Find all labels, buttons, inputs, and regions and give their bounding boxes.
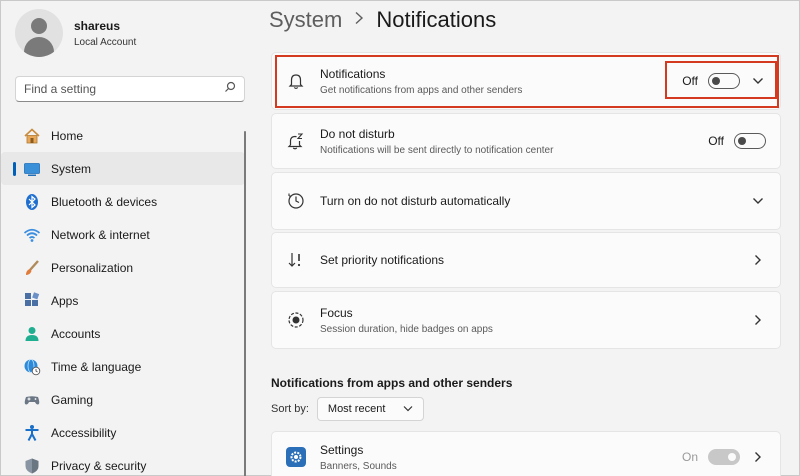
- card-title: Settings: [320, 442, 364, 457]
- chevron-down-icon[interactable]: [750, 193, 766, 209]
- sidebar-item-label: Privacy & security: [51, 458, 147, 473]
- avatar: [15, 9, 63, 57]
- sort-label: Sort by:: [271, 403, 309, 415]
- apps-icon: [23, 291, 41, 310]
- card-description: Session duration, hide badges on apps: [320, 323, 493, 335]
- sidebar-scrollbar[interactable]: [244, 131, 246, 476]
- dnd-automatic-card[interactable]: Turn on do not disturb automatically: [271, 172, 781, 230]
- card-description: Notifications will be sent directly to n…: [320, 144, 554, 156]
- gamepad-icon: [23, 391, 41, 409]
- sidebar-item-label: Personalization: [51, 260, 134, 275]
- chevron-right-icon[interactable]: [750, 312, 766, 328]
- sidebar-item-label: Accessibility: [51, 425, 117, 440]
- card-title: Do not disturb: [320, 126, 395, 141]
- breadcrumb-parent[interactable]: System: [269, 7, 342, 33]
- sidebar-item-system[interactable]: System: [1, 152, 245, 185]
- focus-card[interactable]: Focus Session duration, hide badges on a…: [271, 291, 781, 349]
- sidebar-item-time-language[interactable]: Time & language: [1, 350, 245, 383]
- sort-dropdown[interactable]: Most recent: [316, 397, 424, 421]
- bell-icon: [286, 71, 306, 91]
- person-icon: [23, 325, 41, 343]
- settings-app-icon: [286, 447, 306, 467]
- app-notification-row[interactable]: Settings Banners, Sounds On: [271, 431, 781, 476]
- search-box[interactable]: [15, 76, 245, 102]
- shield-icon: [23, 457, 41, 475]
- sort-by: Sort by: Most recent: [271, 397, 424, 421]
- user-account-type: Local Account: [74, 36, 137, 48]
- section-title: Notifications from apps and other sender…: [271, 376, 513, 390]
- breadcrumb: System Notifications: [269, 7, 496, 33]
- chevron-down-icon: [403, 403, 413, 415]
- sidebar-item-label: Bluetooth & devices: [51, 194, 158, 209]
- monitor-icon: [23, 160, 41, 178]
- sidebar-item-bluetooth[interactable]: Bluetooth & devices: [1, 185, 245, 218]
- clock-icon: [286, 191, 306, 211]
- sidebar-item-privacy[interactable]: Privacy & security: [1, 449, 245, 476]
- priority-sort-icon: [286, 250, 306, 270]
- chevron-right-icon[interactable]: [750, 449, 766, 465]
- toggle-state-label: Off: [682, 74, 698, 88]
- card-title: Set priority notifications: [320, 253, 445, 267]
- search-icon[interactable]: [224, 80, 236, 98]
- sort-value: Most recent: [327, 403, 386, 415]
- toggle-state-label: On: [681, 450, 698, 464]
- bell-snooze-icon: [286, 131, 306, 151]
- user-profile[interactable]: shareus Local Account: [15, 9, 136, 57]
- sidebar-item-label: System: [51, 161, 92, 176]
- notifications-card[interactable]: Notifications Get notifications from app…: [271, 52, 781, 110]
- sidebar-item-home[interactable]: Home: [1, 119, 245, 152]
- do-not-disturb-toggle[interactable]: [734, 133, 766, 149]
- sidebar-item-label: Accounts: [51, 326, 101, 341]
- sidebar-item-label: Network & internet: [51, 227, 150, 242]
- sidebar-item-label: Apps: [51, 293, 79, 308]
- chevron-down-icon[interactable]: [750, 73, 766, 89]
- search-input[interactable]: [24, 82, 204, 96]
- accessibility-icon: [23, 424, 41, 442]
- card-title: Notifications: [320, 66, 386, 81]
- page-title: Notifications: [376, 7, 497, 32]
- sidebar-item-network[interactable]: Network & internet: [1, 218, 245, 251]
- chevron-right-icon: [354, 11, 364, 30]
- sidebar-item-label: Home: [51, 128, 84, 143]
- notifications-toggle[interactable]: [708, 73, 740, 89]
- sidebar-item-label: Time & language: [51, 359, 142, 374]
- sidebar-item-accessibility[interactable]: Accessibility: [1, 416, 245, 449]
- sidebar-item-personalization[interactable]: Personalization: [1, 251, 245, 284]
- wifi-icon: [23, 226, 41, 244]
- card-description: Banners, Sounds: [320, 460, 397, 472]
- chevron-right-icon[interactable]: [750, 252, 766, 268]
- sidebar-item-accounts[interactable]: Accounts: [1, 317, 245, 350]
- bluetooth-icon: [23, 193, 41, 211]
- card-description: Get notifications from apps and other se…: [320, 84, 523, 96]
- card-title: Focus: [320, 305, 353, 320]
- globe-clock-icon: [23, 358, 41, 376]
- sidebar-item-gaming[interactable]: Gaming: [1, 383, 245, 416]
- sidebar-item-label: Gaming: [51, 392, 94, 407]
- priority-notifications-card[interactable]: Set priority notifications: [271, 232, 781, 288]
- toggle-state-label: Off: [708, 134, 724, 148]
- focus-icon: [286, 310, 306, 330]
- sidebar-item-apps[interactable]: Apps: [1, 284, 245, 317]
- sidebar: shareus Local Account Home System Blueto…: [1, 1, 253, 476]
- brush-icon: [23, 259, 41, 277]
- user-name: shareus: [74, 18, 121, 33]
- app-notifications-toggle[interactable]: [708, 449, 740, 465]
- home-icon: [23, 127, 41, 145]
- do-not-disturb-card[interactable]: Do not disturb Notifications will be sen…: [271, 113, 781, 169]
- nav-list: Home System Bluetooth & devices Network …: [1, 119, 245, 476]
- card-title: Turn on do not disturb automatically: [320, 194, 511, 208]
